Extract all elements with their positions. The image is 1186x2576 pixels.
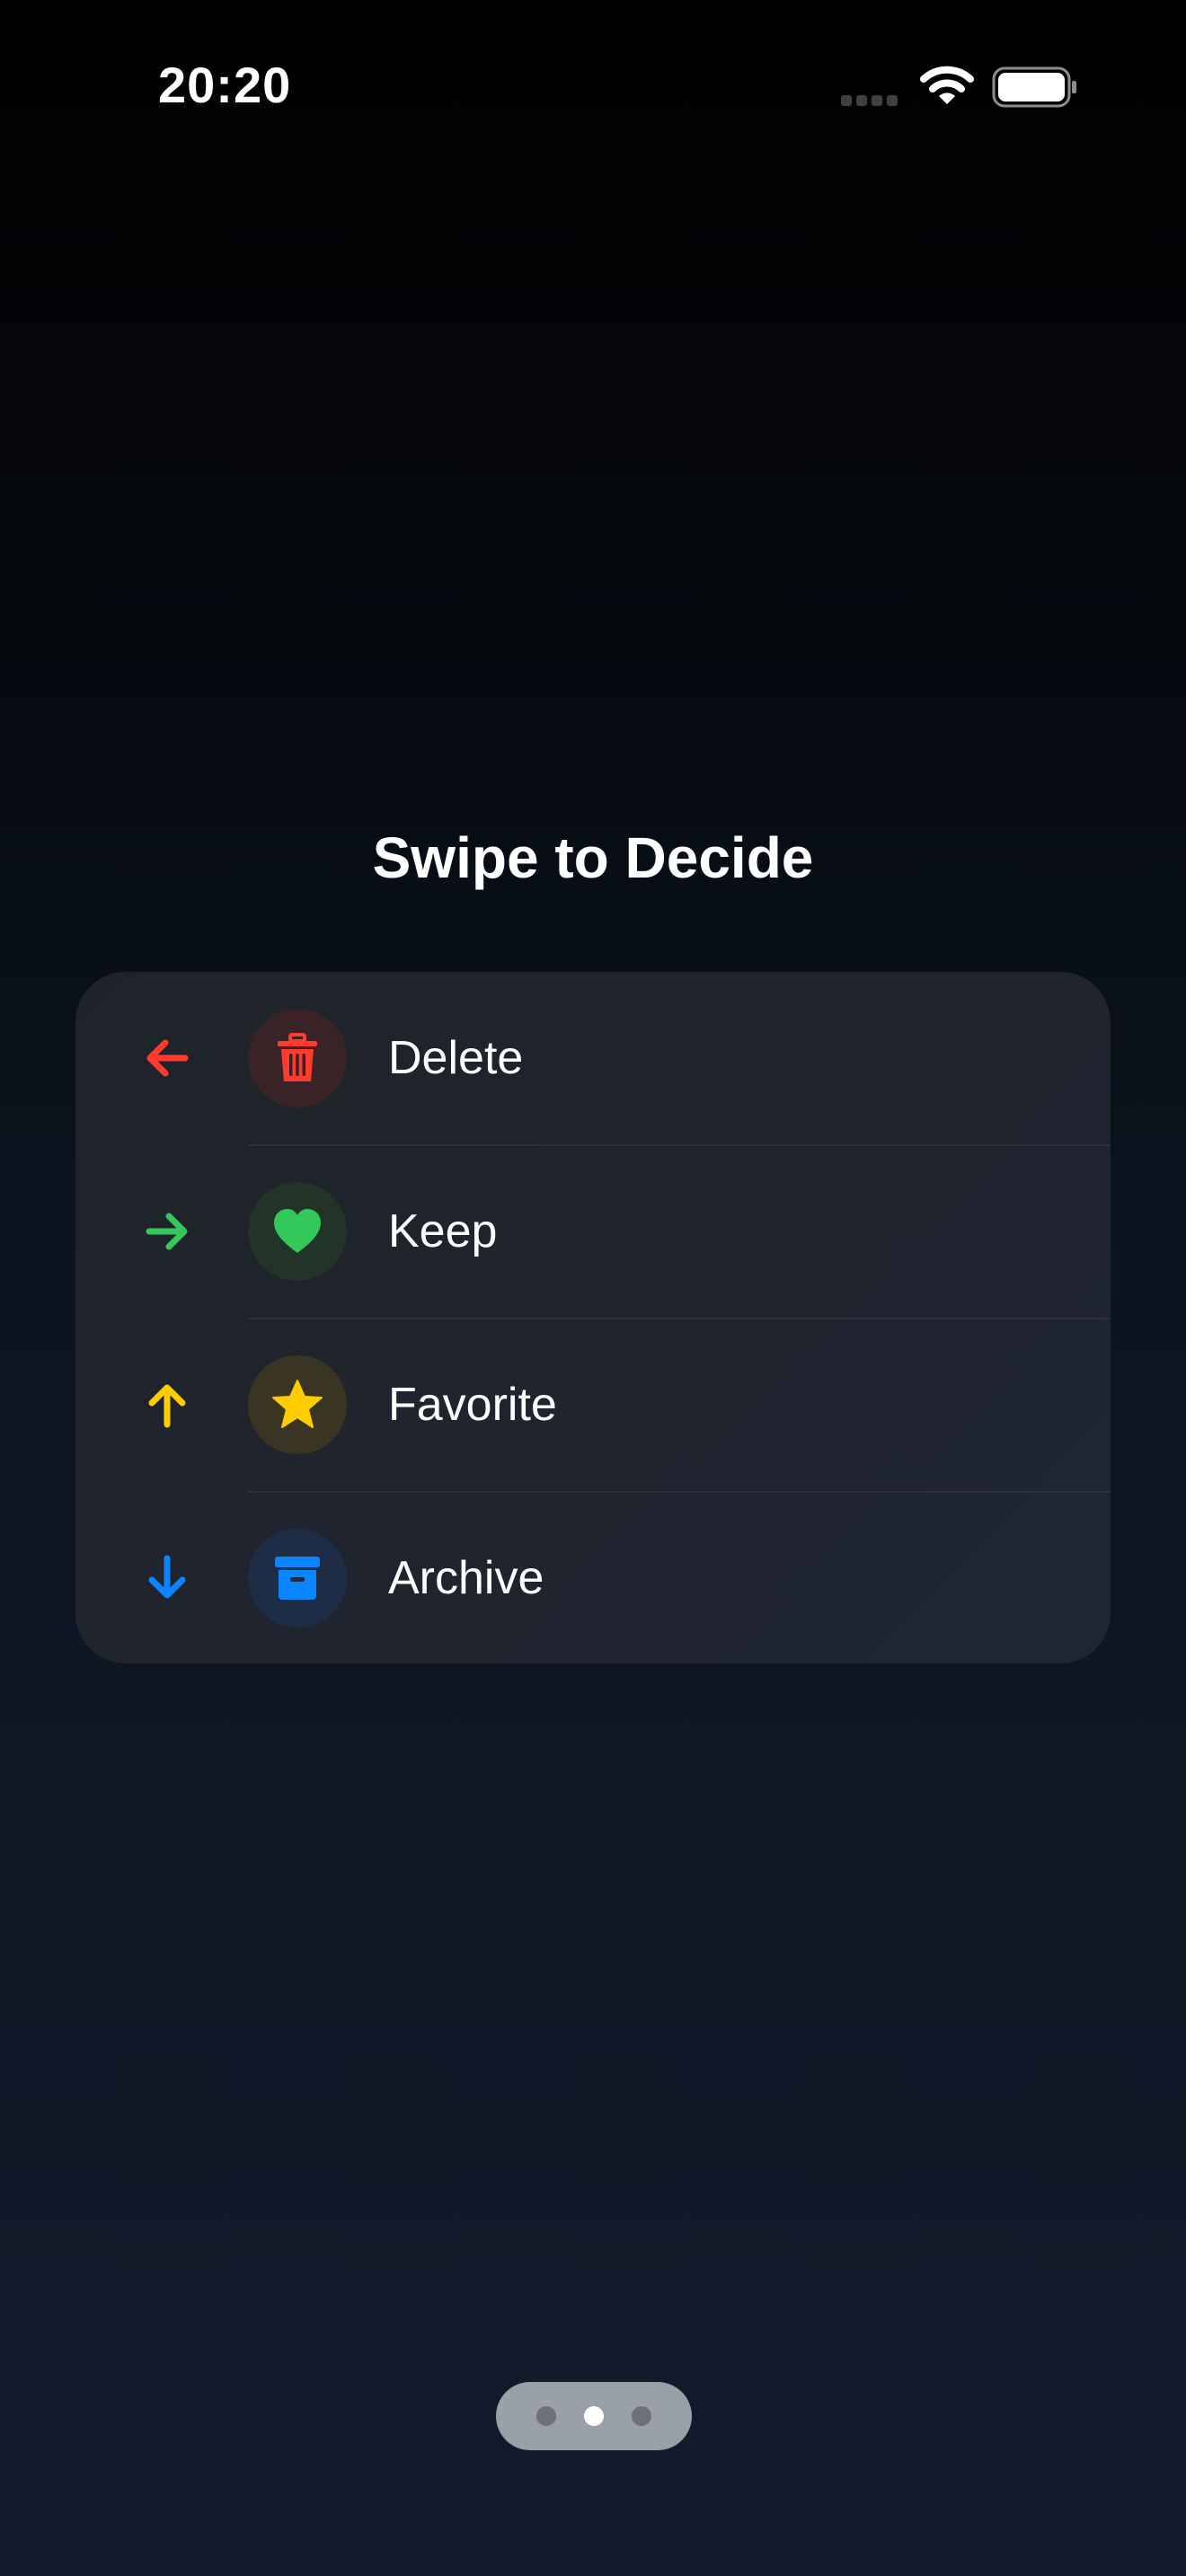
page-dot[interactable] (632, 2406, 651, 2426)
action-label-delete: Delete (388, 1032, 524, 1084)
wifi-icon (920, 66, 974, 104)
battery-icon (992, 66, 1076, 108)
heart-icon (274, 1209, 321, 1253)
page-indicator[interactable] (496, 2382, 692, 2450)
keep-badge (248, 1182, 347, 1281)
page-title: Swipe to Decide (372, 825, 814, 890)
trash-icon (278, 1033, 317, 1081)
action-row-archive: Archive (75, 1492, 1111, 1664)
action-label-keep: Keep (388, 1205, 498, 1257)
arrow-down-icon (148, 1555, 186, 1599)
arrow-left-icon (146, 1039, 189, 1077)
archive-badge (248, 1529, 347, 1628)
action-label-favorite: Favorite (388, 1379, 557, 1431)
page-dot[interactable] (536, 2406, 556, 2426)
favorite-badge (248, 1355, 347, 1454)
cellular-signal-icon (841, 95, 898, 106)
arrow-right-icon (146, 1213, 188, 1250)
delete-badge (248, 1009, 347, 1107)
arrow-up-icon (148, 1384, 186, 1428)
action-row-keep: Keep (75, 1145, 1111, 1318)
status-bar: 20:20 (0, 0, 1186, 180)
page-dot-active[interactable] (584, 2406, 604, 2426)
action-row-favorite: Favorite (75, 1319, 1111, 1491)
star-icon (272, 1380, 323, 1428)
status-time: 20:20 (158, 57, 292, 113)
archive-icon (275, 1557, 320, 1600)
swipe-actions-card: Delete Keep Favorite Archive (75, 972, 1111, 1663)
action-label-archive: Archive (388, 1552, 544, 1604)
action-row-delete: Delete (75, 972, 1111, 1144)
